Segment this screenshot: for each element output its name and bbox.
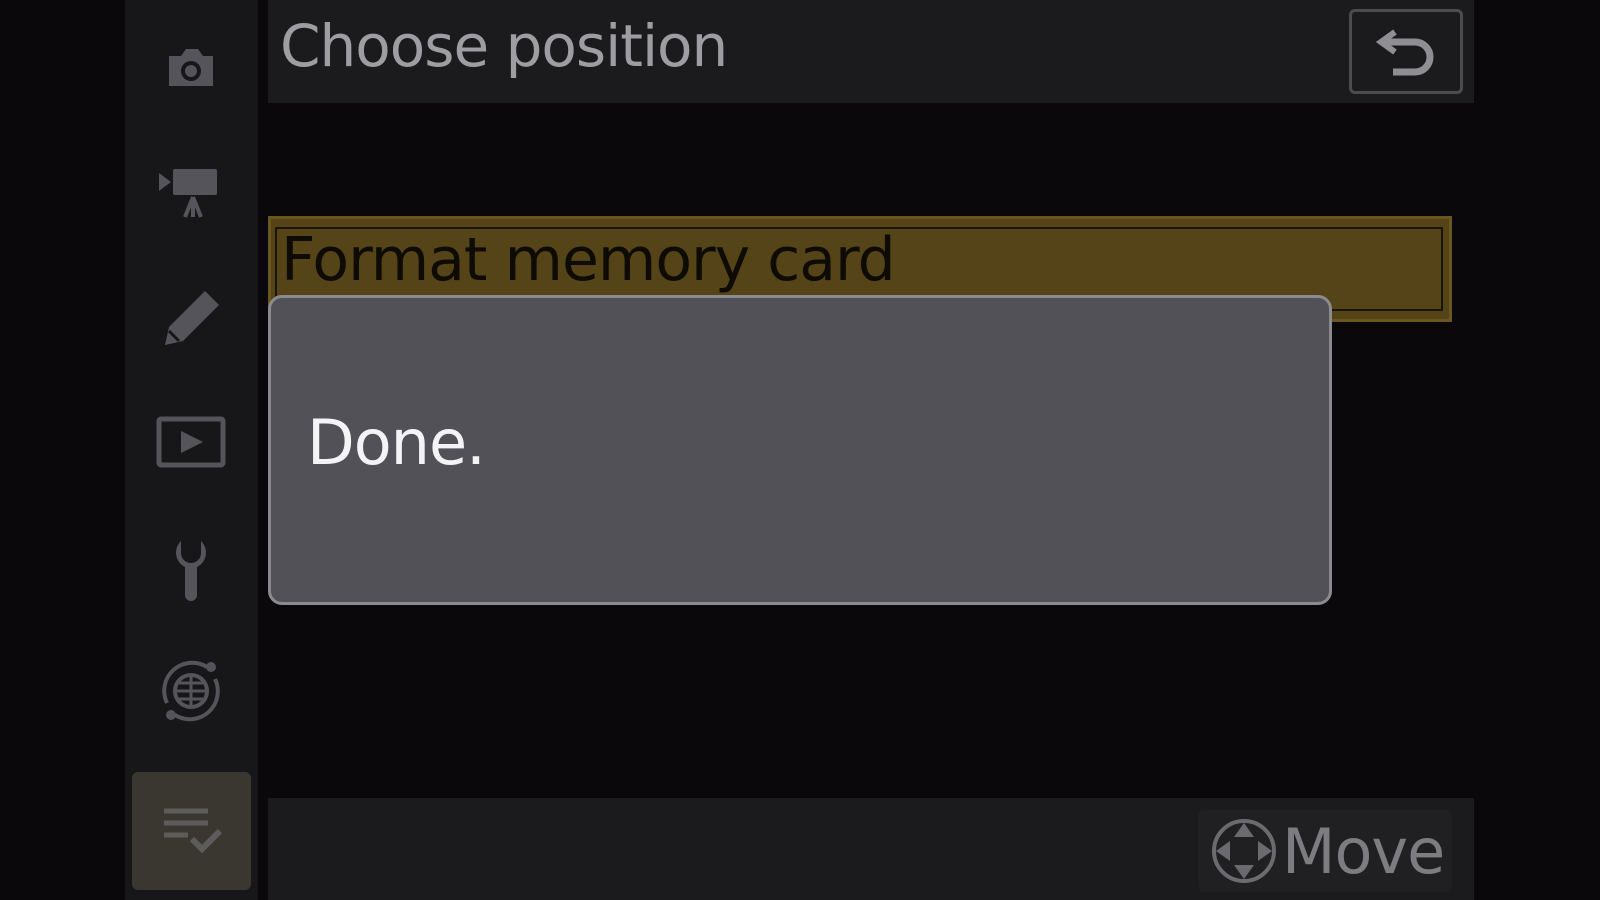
return-arrow-icon	[1375, 29, 1434, 75]
camera-icon[interactable]	[155, 30, 227, 102]
move-hint: Move	[1198, 810, 1452, 892]
network-globe-icon[interactable]	[155, 655, 227, 727]
movie-camera-icon[interactable]	[155, 157, 227, 229]
wrench-icon[interactable]	[155, 533, 227, 605]
sidebar	[125, 0, 258, 900]
done-dialog: Done.	[268, 295, 1332, 605]
bottom-bar: Move	[268, 798, 1474, 900]
playback-icon[interactable]	[155, 405, 227, 477]
move-label: Move	[1282, 814, 1445, 888]
page-title: Choose position	[280, 12, 728, 80]
dialog-message: Done.	[307, 406, 486, 479]
title-bar: Choose position	[268, 0, 1474, 103]
multi-selector-icon	[1212, 819, 1276, 883]
back-button[interactable]	[1349, 9, 1463, 94]
menu-item-label: Format memory card	[281, 225, 896, 295]
my-menu-icon[interactable]	[132, 772, 251, 890]
pencil-icon[interactable]	[155, 283, 227, 355]
